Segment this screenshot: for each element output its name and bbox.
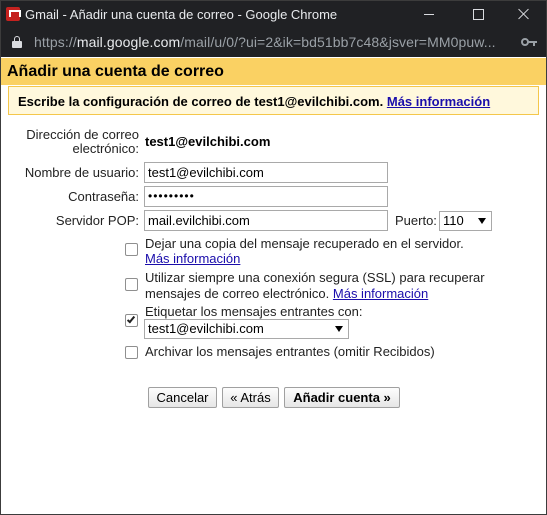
url-path: /mail/u/0/?ui=2&ik=bd51bb7c48&jsver=MM0p… xyxy=(180,34,496,50)
dialog-header: Añadir una cuenta de correo xyxy=(1,58,546,85)
close-icon[interactable] xyxy=(501,1,547,28)
title-bar: Gmail - Añadir una cuenta de correo - Go… xyxy=(1,1,546,28)
gmail-icon xyxy=(6,7,20,21)
archive-checkbox[interactable] xyxy=(125,346,138,359)
keep-copy-more-info-link[interactable]: Más información xyxy=(145,251,240,267)
instruction-label: Escribe la configuración de correo de te… xyxy=(18,94,384,109)
password-field[interactable]: ••••••••• xyxy=(144,186,388,207)
minimize-icon[interactable] xyxy=(406,1,452,28)
port-label: Puerto: xyxy=(395,213,437,228)
ssl-label-line2: mensajes de correo electrónico. Más info… xyxy=(145,286,428,302)
label-incoming-checkbox[interactable] xyxy=(125,314,138,327)
url-text[interactable]: https://mail.google.com/mail/u/0/?ui=2&i… xyxy=(34,34,496,50)
instruction-box: Escribe la configuración de correo de te… xyxy=(8,86,539,115)
port-select[interactable]: 110 xyxy=(439,211,492,231)
chevron-down-icon xyxy=(478,218,486,224)
port-value: 110 xyxy=(443,213,464,228)
maximize-icon[interactable] xyxy=(455,1,501,28)
dialog-title: Añadir una cuenta de correo xyxy=(7,63,224,80)
email-label: Dirección de correo electrónico: xyxy=(26,127,139,156)
cancel-button[interactable]: Cancelar xyxy=(148,387,217,408)
ssl-label-line2-text: mensajes de correo electrónico. xyxy=(145,286,330,301)
back-button[interactable]: « Atrás xyxy=(222,387,279,408)
url-host: mail.google.com xyxy=(76,34,181,50)
key-icon[interactable] xyxy=(521,37,537,47)
pop-server-label: Servidor POP: xyxy=(55,213,139,228)
password-label: Contraseña: xyxy=(68,189,139,204)
username-field[interactable] xyxy=(144,162,388,183)
keep-copy-checkbox[interactable] xyxy=(125,243,138,256)
label-incoming-label: Etiquetar los mensajes entrantes con: xyxy=(145,304,363,319)
keep-copy-label: Dejar una copia del mensaje recuperado e… xyxy=(145,236,464,251)
archive-label: Archivar los mensajes entrantes (omitir … xyxy=(145,344,435,359)
instruction-text: Escribe la configuración de correo de te… xyxy=(18,94,490,109)
chevron-down-icon xyxy=(335,326,343,332)
ssl-label-line1: Utilizar siempre una conexión segura (SS… xyxy=(145,270,485,285)
browser-window: Gmail - Añadir una cuenta de correo - Go… xyxy=(0,0,547,515)
email-value: test1@evilchibi.com xyxy=(145,134,271,149)
add-account-button[interactable]: Añadir cuenta » xyxy=(284,387,400,408)
username-label: Nombre de usuario: xyxy=(24,165,139,180)
more-info-link[interactable]: Más información xyxy=(387,94,490,109)
label-select[interactable]: test1@evilchibi.com xyxy=(144,319,349,339)
ssl-checkbox[interactable] xyxy=(125,278,138,291)
checkmark-icon xyxy=(126,314,136,324)
lock-icon[interactable] xyxy=(12,36,22,48)
pop-server-field[interactable] xyxy=(144,210,388,231)
window-title: Gmail - Añadir una cuenta de correo - Go… xyxy=(25,7,338,22)
url-protocol: https:// xyxy=(34,34,77,50)
address-bar[interactable]: https://mail.google.com/mail/u/0/?ui=2&i… xyxy=(1,28,546,57)
ssl-more-info-link[interactable]: Más información xyxy=(333,286,428,301)
label-select-value: test1@evilchibi.com xyxy=(148,321,264,336)
